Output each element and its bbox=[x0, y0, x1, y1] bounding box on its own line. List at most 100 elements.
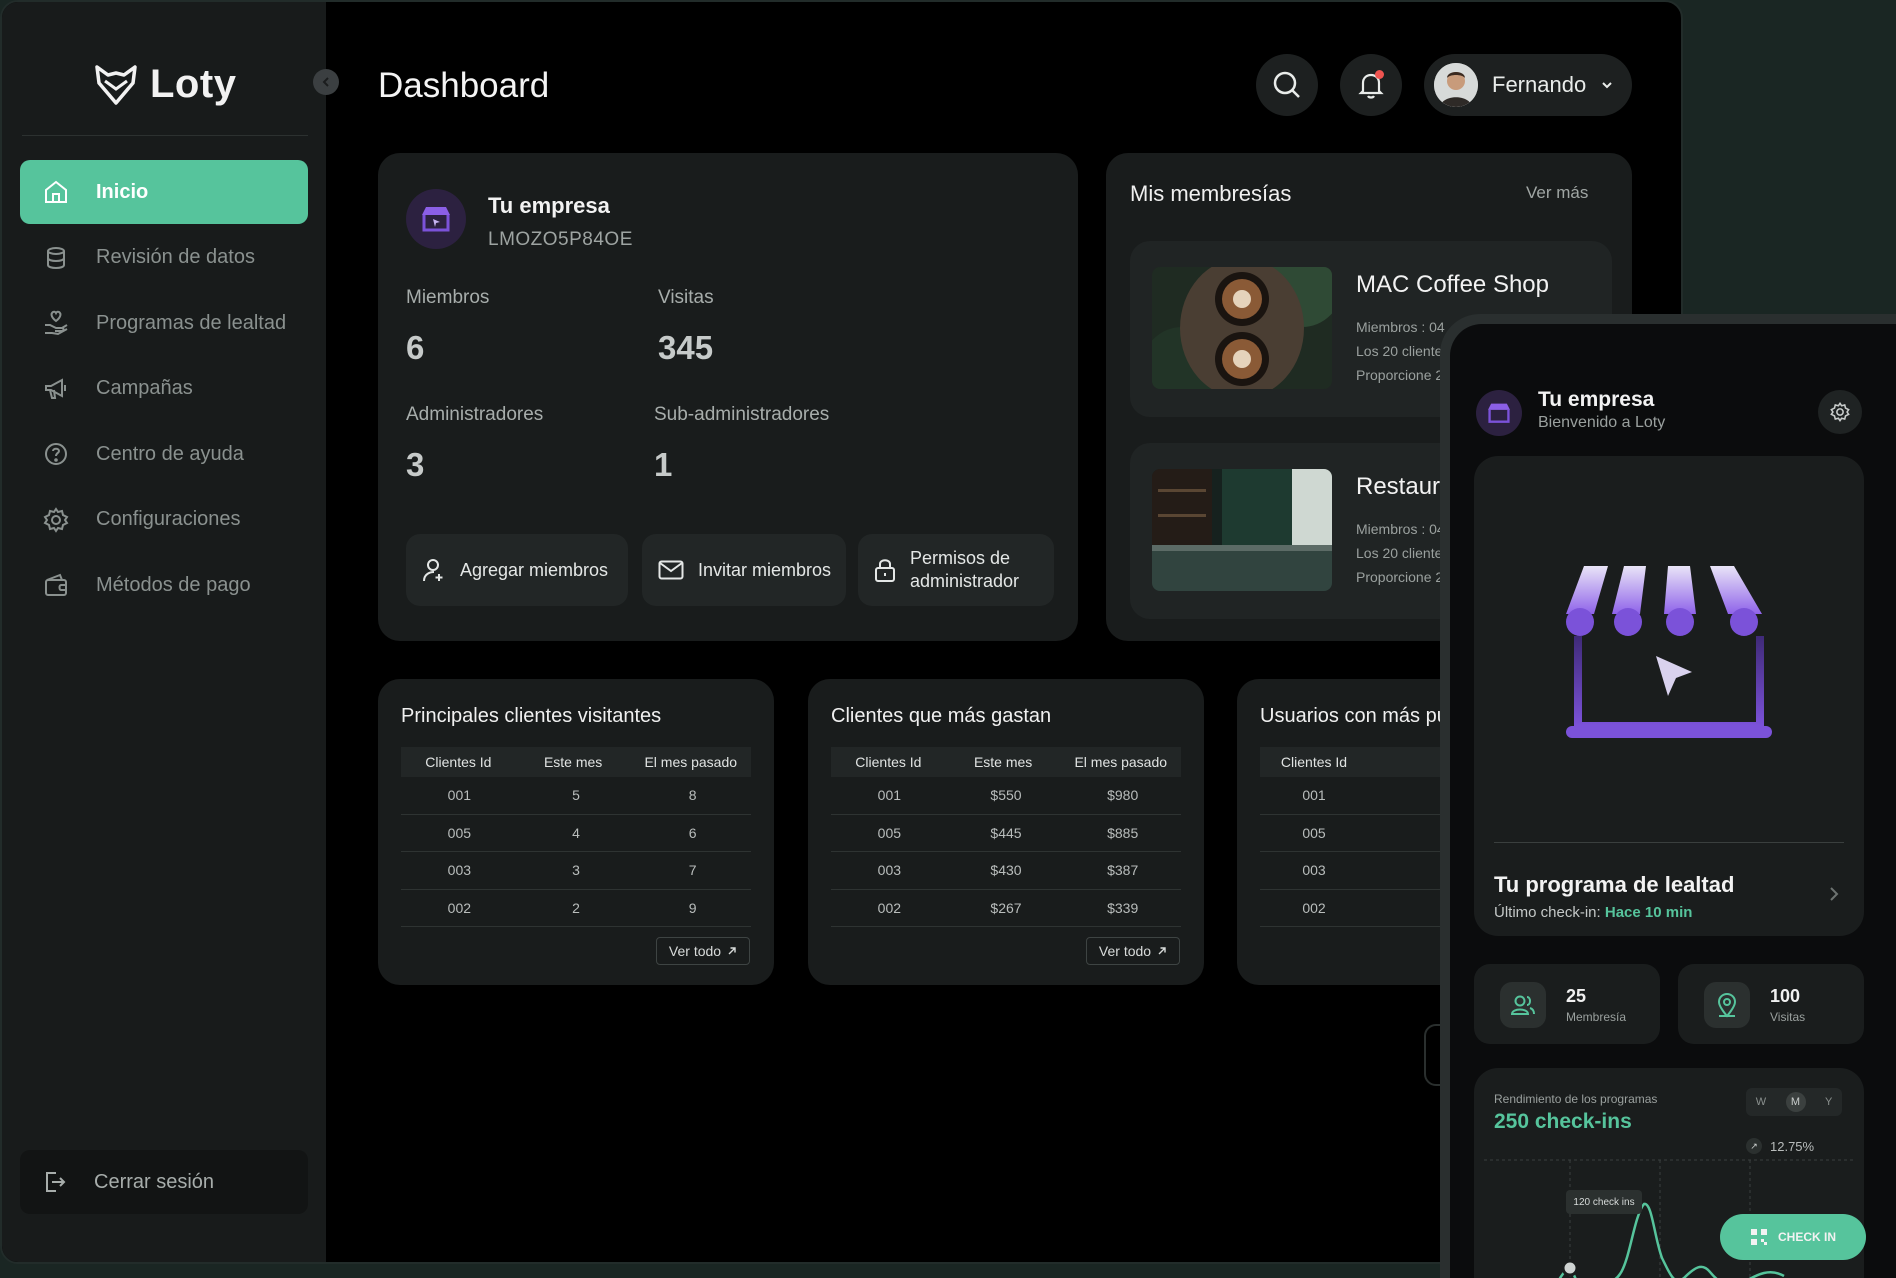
trend-up-icon: ↗ bbox=[1746, 1138, 1762, 1154]
notification-dot bbox=[1375, 70, 1384, 79]
stat-value: 100 bbox=[1770, 986, 1801, 1006]
sidebar-item-campanas[interactable]: Campañas bbox=[20, 357, 308, 421]
sidebar-item-label: Configuraciones bbox=[96, 508, 241, 530]
logout-label: Cerrar sesión bbox=[94, 1170, 215, 1193]
period-toggle[interactable]: W M Y bbox=[1746, 1088, 1842, 1116]
avatar bbox=[1434, 63, 1478, 107]
period-y[interactable]: Y bbox=[1825, 1096, 1832, 1108]
top-visitors-card: Principales clientes visitantes Clientes… bbox=[378, 679, 774, 985]
logout-button[interactable]: Cerrar sesión bbox=[20, 1150, 308, 1214]
sidebar-item-metodos-pago[interactable]: Métodos de pago bbox=[20, 553, 308, 617]
fox-logo-icon bbox=[95, 64, 137, 105]
table-row: 003 $430 $387 bbox=[831, 852, 1181, 890]
stat-label-miembros: Miembros bbox=[406, 287, 490, 308]
page-title: Dashboard bbox=[378, 66, 550, 105]
user-name: Fernando bbox=[1492, 72, 1587, 97]
see-all-button[interactable]: Ver todo bbox=[656, 937, 750, 965]
database-icon bbox=[47, 246, 65, 269]
stat-label: Visitas bbox=[1770, 1010, 1806, 1024]
mobile-screen: Tu empresa Bienvenido a Loty Tu programa… bbox=[1450, 324, 1896, 1278]
stat-label: Membresía bbox=[1566, 1010, 1627, 1024]
admin-permissions-label: Permisos de administrador bbox=[910, 548, 1020, 591]
loyalty-program-card[interactable]: Tu programa de lealtad Último check-in: … bbox=[1474, 456, 1864, 936]
see-more-link[interactable]: Ver más bbox=[1526, 183, 1588, 203]
arrow-up-right-icon bbox=[728, 947, 736, 955]
mobile-settings-button[interactable] bbox=[1818, 390, 1862, 434]
chart-value: 250 check-ins bbox=[1494, 1110, 1632, 1133]
stat-value-visitas: 345 bbox=[658, 329, 714, 366]
table-row: 005 4 6 bbox=[401, 815, 751, 852]
store-illustration-icon bbox=[1566, 566, 1772, 738]
store-icon bbox=[1488, 403, 1510, 423]
arrow-up-right-icon bbox=[1158, 947, 1166, 955]
sidebar-item-centro-ayuda[interactable]: Centro de ayuda bbox=[20, 422, 308, 486]
sidebar-divider bbox=[22, 135, 308, 136]
notifications-button[interactable] bbox=[1340, 54, 1402, 116]
sidebar: Loty Inicio Revisión de datos Programas … bbox=[2, 2, 326, 1262]
search-button[interactable] bbox=[1256, 54, 1318, 116]
chevron-right-icon bbox=[1830, 887, 1839, 901]
home-icon bbox=[45, 180, 67, 203]
sidebar-nav: Inicio Revisión de datos Programas de le… bbox=[20, 160, 308, 619]
stat-icon-box bbox=[1500, 982, 1546, 1028]
last-checkin: Último check-in: Hace 10 min bbox=[1494, 904, 1693, 921]
sidebar-item-programas[interactable]: Programas de lealtad bbox=[20, 291, 308, 355]
logo[interactable]: Loty bbox=[94, 62, 236, 107]
stat-icon-box bbox=[1704, 982, 1750, 1028]
users-icon bbox=[1510, 995, 1535, 1015]
membership-stat[interactable]: 25 Membresía bbox=[1474, 964, 1660, 1044]
stat-value-administradores: 3 bbox=[406, 446, 425, 483]
membership-desc: Los 20 clientes bbox=[1356, 343, 1450, 359]
stat-value-subadministradores: 1 bbox=[654, 446, 673, 483]
add-user-icon bbox=[423, 559, 443, 582]
admin-permissions-button[interactable]: Permisos de administrador bbox=[858, 534, 1054, 606]
store-badge bbox=[406, 189, 466, 249]
see-all-button[interactable]: Ver todo bbox=[1086, 937, 1180, 965]
visits-stat[interactable]: 100 Visitas bbox=[1678, 964, 1864, 1044]
mobile-company-name: Tu empresa bbox=[1538, 388, 1655, 411]
table-row: 005 $445 $885 bbox=[831, 815, 1181, 852]
sidebar-item-label: Centro de ayuda bbox=[96, 442, 244, 465]
help-circle-icon bbox=[45, 443, 67, 465]
sidebar-item-label: Programas de lealtad bbox=[96, 311, 287, 334]
stat-label-subadministradores: Sub-administradores bbox=[654, 404, 830, 425]
logo-text: Loty bbox=[150, 62, 237, 106]
table-title: Clientes que más gastan bbox=[831, 705, 1052, 727]
membership-note: Proporcione 2 bbox=[1356, 367, 1444, 383]
sidebar-item-label: Métodos de pago bbox=[96, 573, 251, 596]
restaurant-image bbox=[1152, 469, 1332, 591]
gear-icon bbox=[43, 506, 69, 533]
table-row: 002 2 9 bbox=[401, 890, 751, 927]
invite-members-button[interactable]: Invitar miembros bbox=[642, 534, 846, 606]
desktop-window: Loty Inicio Revisión de datos Programas … bbox=[0, 0, 1683, 1264]
add-members-button[interactable]: Agregar miembros bbox=[406, 534, 628, 606]
collapse-sidebar-button[interactable] bbox=[313, 69, 339, 95]
table-row: 001 $550 $980 bbox=[831, 777, 1181, 815]
sidebar-item-inicio[interactable]: Inicio bbox=[20, 160, 308, 224]
company-code: LMOZO5P84OE bbox=[488, 229, 633, 250]
store-icon bbox=[422, 207, 450, 232]
sidebar-item-revision-datos[interactable]: Revisión de datos bbox=[20, 226, 308, 290]
chart-title: Rendimiento de los programas bbox=[1494, 1092, 1658, 1106]
table-row: 001 5 8 bbox=[401, 777, 751, 815]
sidebar-item-label: Inicio bbox=[96, 180, 149, 203]
card-divider bbox=[1494, 842, 1844, 843]
chevron-left-icon bbox=[322, 77, 329, 87]
mobile-welcome: Bienvenido a Loty bbox=[1538, 414, 1666, 431]
stat-value-miembros: 6 bbox=[406, 329, 425, 366]
sidebar-item-label: Revisión de datos bbox=[96, 246, 255, 268]
chart-tooltip: 120 check ins bbox=[1566, 1190, 1642, 1214]
table-row: 003 3 7 bbox=[401, 852, 751, 890]
top-visitors-table: Clientes Id Este mes El mes pasado 001 5 8… bbox=[401, 747, 751, 927]
top-spenders-table: Clientes Id Este mes El mes pasado 001 $5… bbox=[831, 747, 1181, 927]
user-menu[interactable]: Fernando bbox=[1424, 54, 1632, 116]
gear-icon bbox=[1830, 401, 1850, 423]
table-row: 002 $267 $339 bbox=[831, 890, 1181, 927]
sidebar-item-configuraciones[interactable]: Configuraciones bbox=[20, 488, 308, 552]
invite-members-label: Invitar miembros bbox=[698, 559, 832, 580]
stat-label-administradores: Administradores bbox=[406, 404, 544, 425]
check-in-button[interactable]: CHECK IN bbox=[1720, 1214, 1866, 1260]
period-w[interactable]: W bbox=[1756, 1096, 1766, 1108]
period-m[interactable]: M bbox=[1785, 1092, 1806, 1112]
table-header: Clientes Id Este mes El mes pasado bbox=[401, 747, 751, 777]
